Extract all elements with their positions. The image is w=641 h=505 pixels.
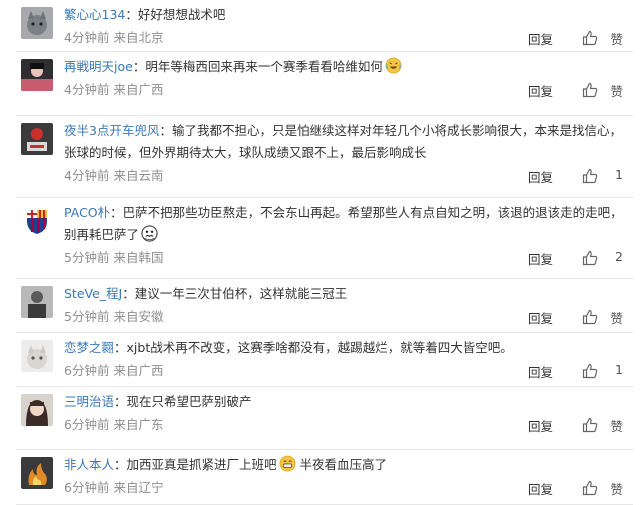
like-count[interactable]: 赞 bbox=[610, 308, 623, 327]
comment-text: 建议一年三次甘伯杯，这样就能三冠王 bbox=[134, 286, 348, 301]
thumbs-up-icon[interactable] bbox=[581, 308, 599, 326]
username-link[interactable]: PACO朴 bbox=[64, 205, 110, 220]
comment-item: PACO朴：巴萨不把那些功臣熬走，不会东山再起。希望那些人有点自知之明，该退的退… bbox=[0, 198, 641, 279]
reply-button[interactable]: 回复 bbox=[528, 29, 553, 48]
scared-emoji bbox=[141, 225, 158, 242]
comment-location: 来自云南 bbox=[113, 168, 164, 183]
comment-actions: 回复 1 bbox=[513, 167, 623, 185]
grin-emoji bbox=[279, 455, 296, 472]
like-count[interactable]: 1 bbox=[615, 167, 623, 182]
like-count[interactable]: 赞 bbox=[610, 81, 623, 100]
comment-meta: 6分钟前 来自广西 bbox=[64, 363, 163, 379]
comment-time: 6分钟前 bbox=[64, 480, 110, 495]
comment-text: 好好想想战术吧 bbox=[137, 7, 226, 22]
comment-location: 来自北京 bbox=[113, 30, 164, 45]
like-count[interactable]: 赞 bbox=[610, 29, 623, 48]
comment-actions: 回复 赞 bbox=[513, 29, 623, 47]
username-link[interactable]: 再戦明天joe bbox=[64, 59, 133, 74]
comment-location: 来自广西 bbox=[113, 82, 164, 97]
username-link[interactable]: 夜半3点开车兜风 bbox=[64, 123, 159, 138]
comment-actions: 回复 2 bbox=[513, 249, 623, 267]
comment-meta: 6分钟前 来自广东 bbox=[64, 417, 163, 433]
reply-button[interactable]: 回复 bbox=[528, 249, 553, 268]
username-link[interactable]: 繁心心134 bbox=[64, 7, 125, 22]
thumbs-up-icon[interactable] bbox=[581, 362, 599, 380]
comment-item: 恋梦之翾：xjbt战术再不改变，这赛季啥都没有，越踢越烂，就等着四大皆空吧。 6分… bbox=[0, 333, 641, 387]
like-count[interactable]: 赞 bbox=[610, 479, 623, 498]
username-colon: ： bbox=[114, 394, 127, 409]
comment-text-continued: 半夜看血压高了 bbox=[295, 457, 388, 472]
username-colon: ： bbox=[114, 340, 127, 355]
user-avatar[interactable] bbox=[21, 7, 53, 39]
comment-actions: 回复 赞 bbox=[513, 416, 623, 434]
comment-time: 5分钟前 bbox=[64, 309, 110, 324]
comment-meta: 6分钟前 来自辽宁 bbox=[64, 480, 163, 496]
username-link[interactable]: 非人本人 bbox=[64, 457, 114, 472]
reply-button[interactable]: 回复 bbox=[528, 362, 553, 381]
username-link[interactable]: 恋梦之翾 bbox=[64, 340, 114, 355]
user-avatar[interactable] bbox=[21, 457, 53, 489]
reply-button[interactable]: 回复 bbox=[528, 416, 553, 435]
user-avatar[interactable] bbox=[21, 340, 53, 372]
user-avatar[interactable] bbox=[21, 59, 53, 91]
comment-location: 来自安徽 bbox=[113, 309, 164, 324]
comment-item: SteVe_程J：建议一年三次甘伯杯，这样就能三冠王 5分钟前 来自安徽 回复 赞 bbox=[0, 279, 641, 333]
comment-actions: 回复 1 bbox=[513, 362, 623, 380]
comment-location: 来自广东 bbox=[113, 417, 164, 432]
user-avatar[interactable] bbox=[21, 394, 53, 426]
comment-text: 明年等梅西回来再来一个赛季看看哈维如何 bbox=[145, 59, 383, 74]
comment-item: 繁心心134：好好想想战术吧 4分钟前 来自北京 回复 赞 bbox=[0, 0, 641, 52]
thumbs-up-icon[interactable] bbox=[581, 479, 599, 497]
thumbs-up-icon[interactable] bbox=[581, 29, 599, 47]
like-count[interactable]: 赞 bbox=[610, 416, 623, 435]
username-colon: ： bbox=[125, 7, 138, 22]
laughing-crying-emoji bbox=[385, 57, 402, 74]
comment-location: 来自韩国 bbox=[113, 250, 164, 265]
comment-meta: 4分钟前 来自广西 bbox=[64, 82, 163, 98]
comment-time: 4分钟前 bbox=[64, 30, 110, 45]
comment-item: 夜半3点开车兜风：输了我都不担心，只是怕继续这样对年轻几个小将成长影响很大，本来… bbox=[0, 116, 641, 198]
comment-time: 6分钟前 bbox=[64, 417, 110, 432]
comment-item: 再戦明天joe：明年等梅西回来再来一个赛季看看哈维如何 4分钟前 来自广西 回复 赞 bbox=[0, 52, 641, 116]
thumbs-up-icon[interactable] bbox=[581, 81, 599, 99]
like-count[interactable]: 1 bbox=[615, 362, 623, 377]
thumbs-up-icon[interactable] bbox=[581, 249, 599, 267]
comment-location: 来自广西 bbox=[113, 363, 164, 378]
thumbs-up-icon[interactable] bbox=[581, 416, 599, 434]
username-colon: ： bbox=[122, 286, 135, 301]
comment-time: 4分钟前 bbox=[64, 168, 110, 183]
comment-location: 来自辽宁 bbox=[113, 480, 164, 495]
username-colon: ： bbox=[110, 205, 123, 220]
comment-actions: 回复 赞 bbox=[513, 81, 623, 99]
thumbs-up-icon[interactable] bbox=[581, 167, 599, 185]
username-link[interactable]: SteVe_程J bbox=[64, 286, 122, 301]
comment-item: 非人本人：加西亚真是抓紧进厂上班吧 半夜看血压高了 6分钟前 来自辽宁 回复 赞 bbox=[0, 450, 641, 505]
comment-item: 三明治语：现在只希望巴萨别破产 6分钟前 来自广东 回复 赞 bbox=[0, 387, 641, 450]
comment-meta: 5分钟前 来自安徽 bbox=[64, 309, 163, 325]
username-colon: ： bbox=[159, 123, 172, 138]
comment-meta: 5分钟前 来自韩国 bbox=[64, 250, 163, 266]
reply-button[interactable]: 回复 bbox=[528, 308, 553, 327]
comment-text: xjbt战术再不改变，这赛季啥都没有，越踢越烂，就等着四大皆空吧。 bbox=[126, 340, 513, 355]
comment-meta: 4分钟前 来自云南 bbox=[64, 168, 163, 184]
comment-time: 5分钟前 bbox=[64, 250, 110, 265]
username-colon: ： bbox=[132, 59, 146, 74]
like-count[interactable]: 2 bbox=[615, 249, 623, 264]
reply-button[interactable]: 回复 bbox=[528, 167, 553, 186]
username-colon: ： bbox=[114, 457, 127, 472]
comment-actions: 回复 赞 bbox=[513, 479, 623, 497]
user-avatar[interactable] bbox=[21, 123, 53, 155]
comment-actions: 回复 赞 bbox=[513, 308, 623, 326]
comment-time: 6分钟前 bbox=[64, 363, 110, 378]
user-avatar[interactable] bbox=[21, 286, 53, 318]
reply-button[interactable]: 回复 bbox=[528, 81, 553, 100]
reply-button[interactable]: 回复 bbox=[528, 479, 553, 498]
user-avatar[interactable] bbox=[21, 205, 53, 237]
comment-text: 加西亚真是抓紧进厂上班吧 bbox=[126, 457, 277, 472]
comment-text: 现在只希望巴萨别破产 bbox=[126, 394, 252, 409]
username-link[interactable]: 三明治语 bbox=[64, 394, 114, 409]
comment-time: 4分钟前 bbox=[64, 82, 110, 97]
comment-meta: 4分钟前 来自北京 bbox=[64, 30, 163, 46]
